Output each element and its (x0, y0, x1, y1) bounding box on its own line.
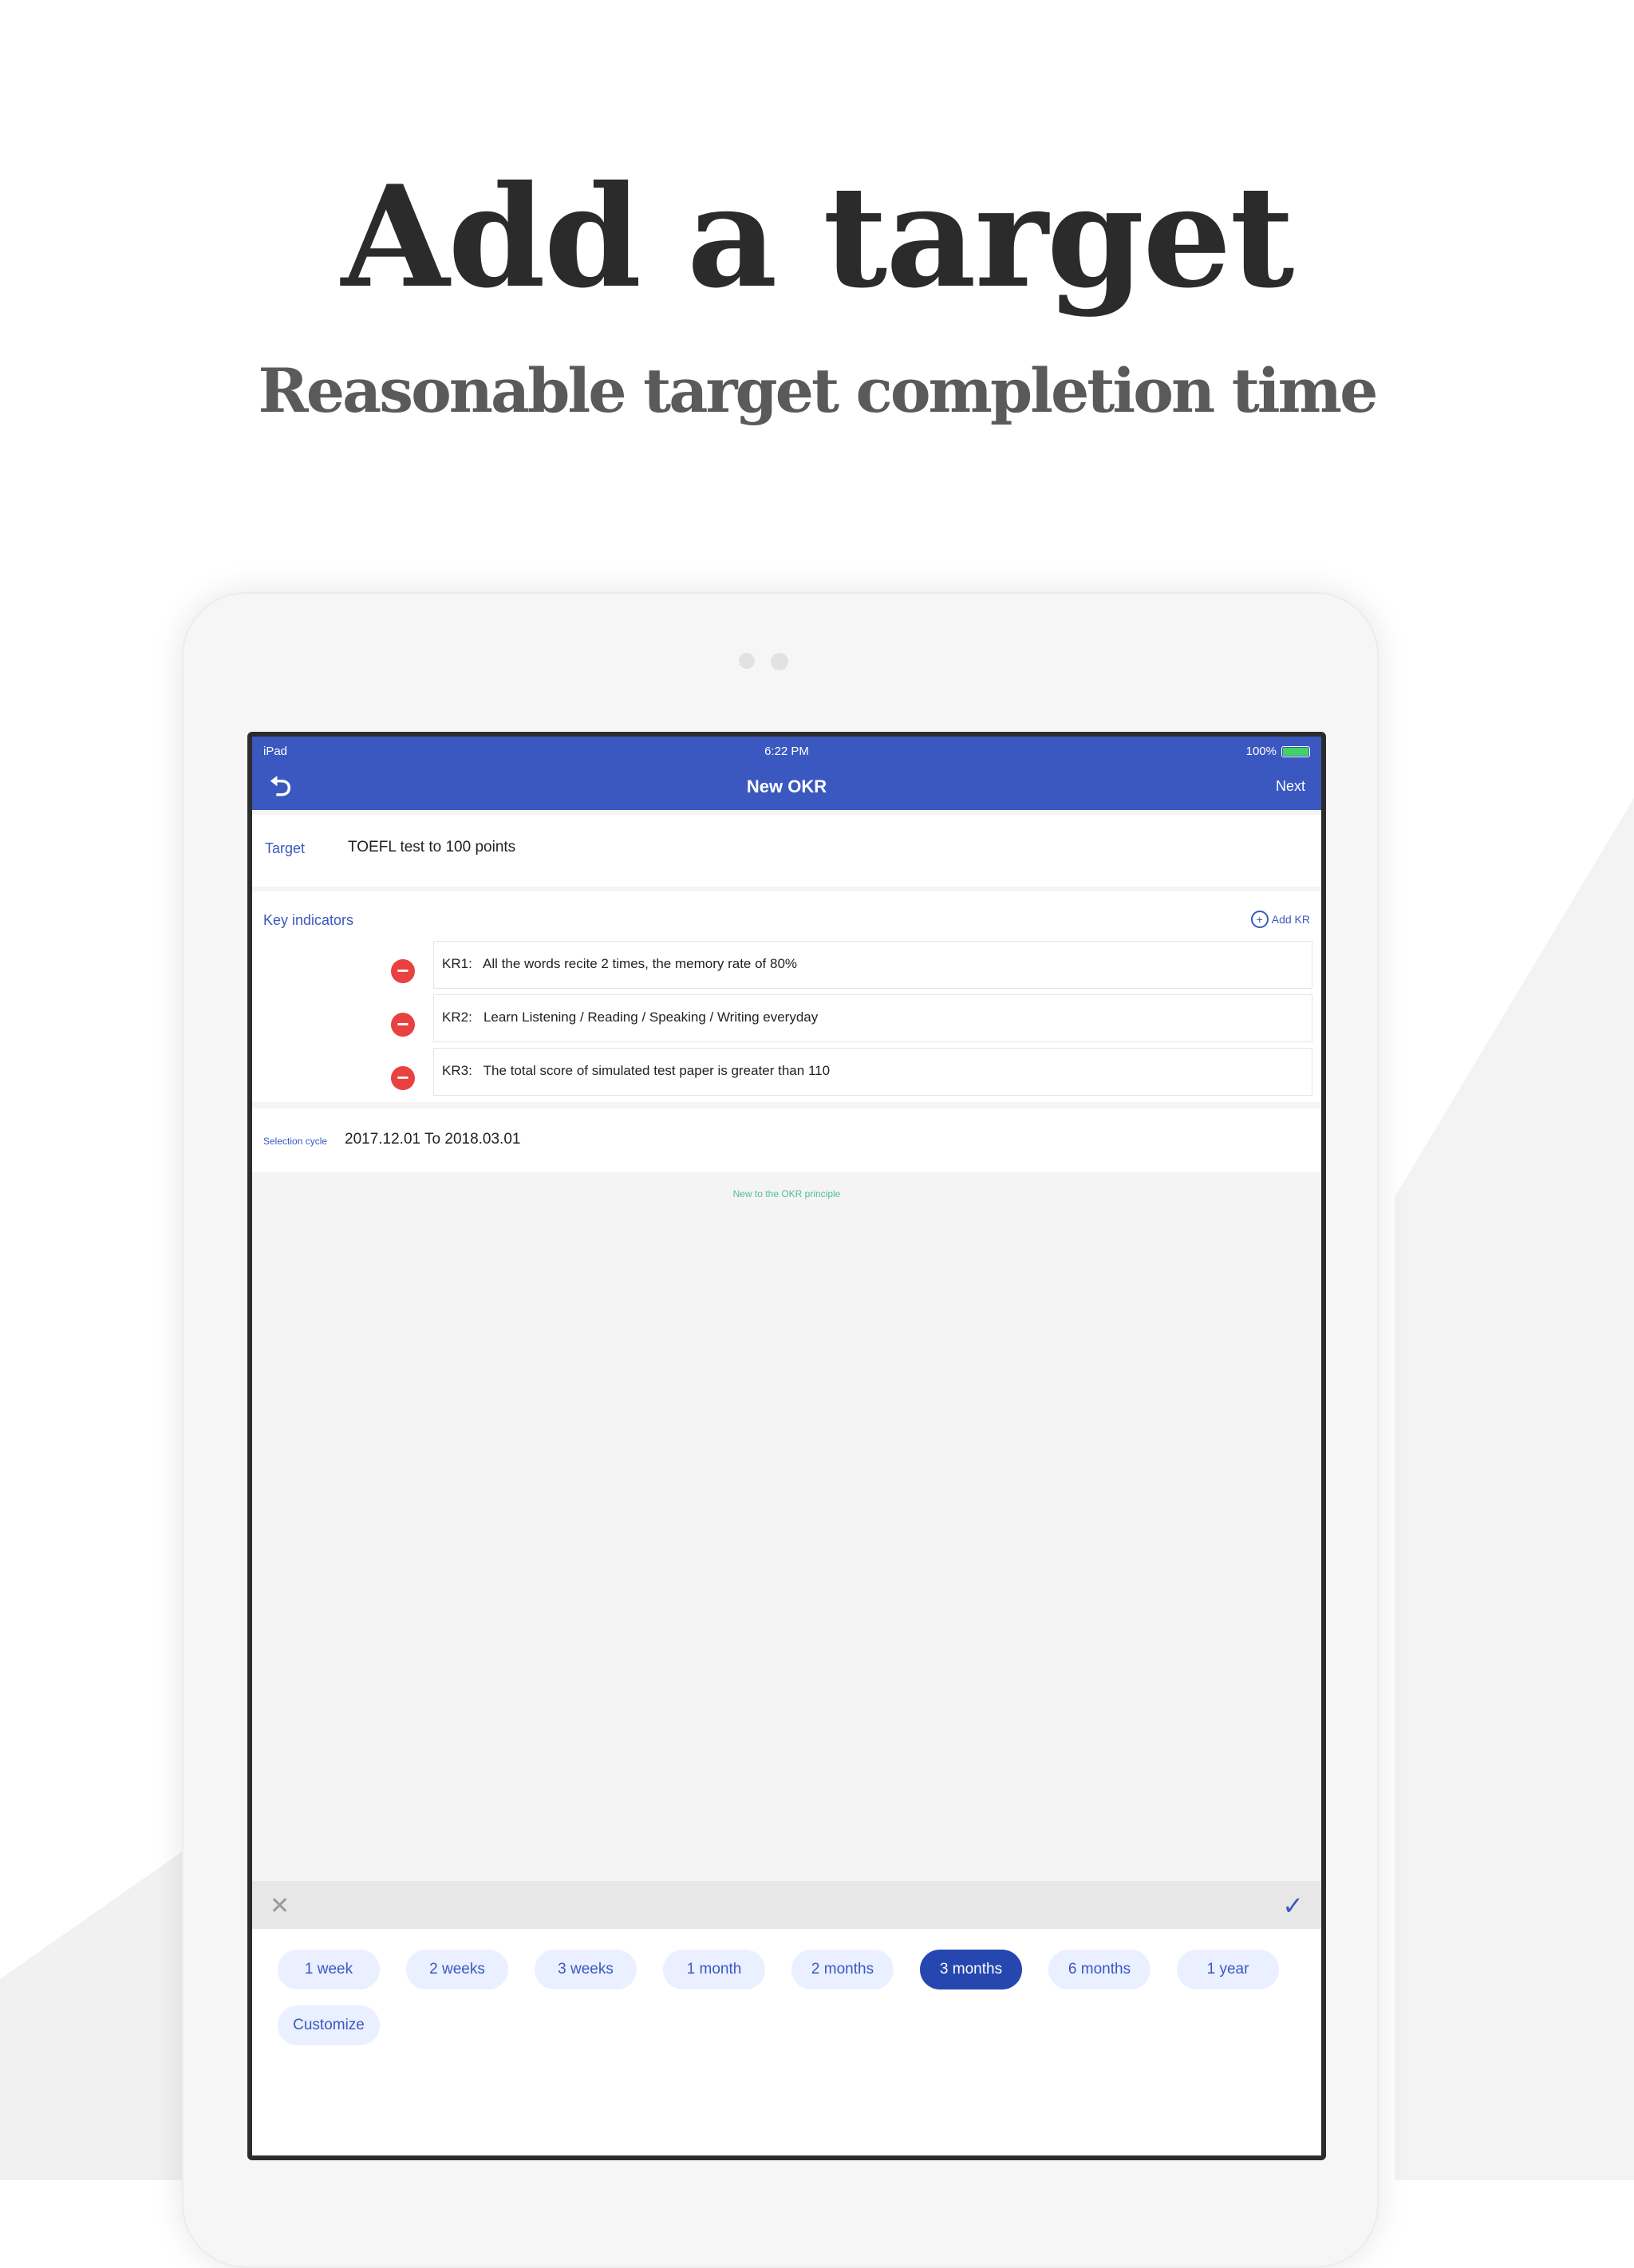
selection-cycle-label: Selection cycle (263, 1136, 328, 1147)
kr-id: KR1: (442, 956, 472, 971)
camera-icon (771, 653, 788, 670)
picker-toolbar: ✕ ✓ (252, 1881, 1321, 1929)
kr-description: All the words recite 2 times, the memory… (483, 956, 798, 971)
remove-icon[interactable]: − (391, 1066, 415, 1090)
kr-row[interactable]: − KR1: All the words recite 2 times, the… (391, 941, 1312, 989)
status-time: 6:22 PM (764, 745, 809, 758)
target-label: Target (265, 840, 306, 856)
check-icon[interactable]: ✓ (1282, 1891, 1304, 1921)
kr-description: Learn Listening / Reading / Speaking / W… (483, 1010, 819, 1025)
add-kr-label: Add KR (1271, 913, 1310, 926)
selection-cycle-row[interactable]: Selection cycle 2017.12.01 To 2018.03.01 (252, 1108, 1321, 1172)
next-button[interactable]: Next (1276, 778, 1305, 795)
battery-percent: 100% (1245, 745, 1277, 758)
kr-row[interactable]: − KR2: Learn Listening / Reading / Speak… (391, 994, 1312, 1042)
duration-option[interactable]: 2 weeks (406, 1950, 508, 1989)
battery-icon (1281, 745, 1310, 757)
subheadline: Reasonable target completion time (258, 355, 1379, 426)
navigation-bar: iPad 6:22 PM 100% ⮌ New OKR Next (252, 737, 1321, 810)
duration-option[interactable]: 1 month (663, 1950, 765, 1989)
add-kr-button[interactable]: + Add KR (1250, 911, 1310, 928)
okr-principle-link[interactable]: New to the OKR principle (252, 1188, 1321, 1199)
key-indicators-section: Key indicators + Add KR − KR1: All the w… (252, 891, 1321, 1102)
duration-option-selected[interactable]: 3 months (920, 1950, 1022, 1989)
remove-icon[interactable]: − (391, 959, 415, 983)
headline: Add a target (341, 156, 1295, 319)
target-row[interactable]: Target TOEFL test to 100 points (252, 815, 1321, 887)
duration-picker: 1 week 2 weeks 3 weeks 1 month 2 months … (252, 1929, 1321, 2155)
camera-dot (739, 653, 755, 669)
kr-row[interactable]: − KR3: The total score of simulated test… (391, 1048, 1312, 1096)
kr-id: KR2: (442, 1010, 472, 1025)
page-title: New OKR (746, 776, 827, 796)
duration-option[interactable]: 1 year (1177, 1950, 1279, 1989)
kr-text: KR3: The total score of simulated test p… (442, 1063, 830, 1079)
target-input[interactable]: TOEFL test to 100 points (348, 839, 515, 856)
kr-id: KR3: (442, 1063, 472, 1078)
duration-option[interactable]: 2 months (791, 1950, 894, 1989)
duration-option[interactable]: 6 months (1048, 1950, 1151, 1989)
app-screen: iPad 6:22 PM 100% ⮌ New OKR Next Target … (247, 732, 1326, 2160)
kr-text: KR1: All the words recite 2 times, the m… (442, 956, 797, 972)
key-indicators-label: Key indicators (263, 912, 354, 928)
selection-cycle-value[interactable]: 2017.12.01 To 2018.03.01 (345, 1131, 520, 1148)
kr-description: The total score of simulated test paper … (483, 1063, 831, 1078)
duration-option-customize[interactable]: Customize (278, 2005, 380, 2045)
status-indicators: 100% (1246, 745, 1310, 758)
duration-option[interactable]: 3 weeks (535, 1950, 637, 1989)
duration-option[interactable]: 1 week (278, 1950, 380, 1989)
remove-icon[interactable]: − (391, 1013, 415, 1037)
close-icon[interactable]: ✕ (270, 1892, 290, 1920)
plus-icon: + (1250, 911, 1269, 928)
kr-text: KR2: Learn Listening / Reading / Speakin… (442, 1010, 818, 1025)
